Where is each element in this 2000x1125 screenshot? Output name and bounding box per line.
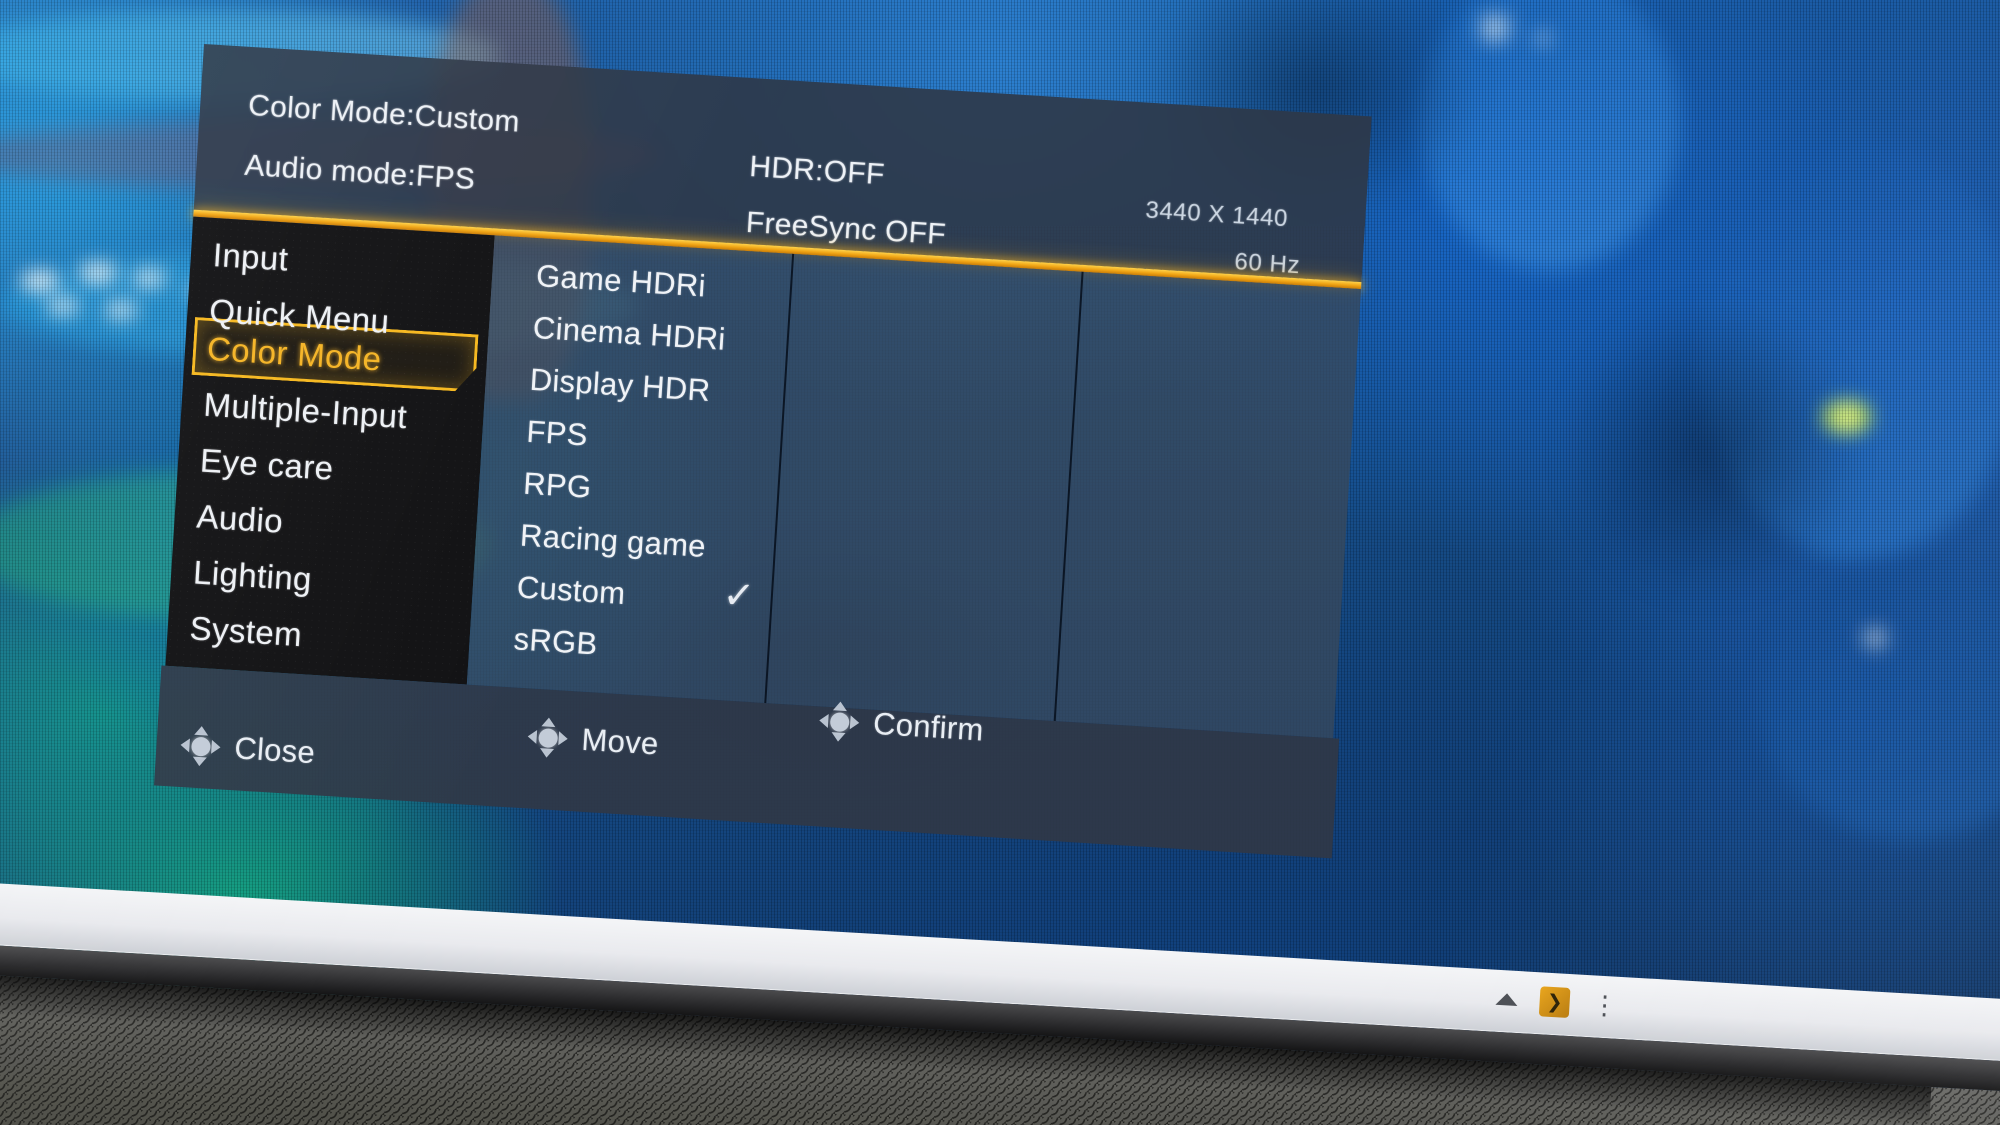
monitor-osd: Color Mode:Custom Audio mode:FPS HDR:OFF… (154, 44, 1372, 885)
joystick-dpad-icon (818, 700, 860, 743)
orange-app-icon[interactable]: ❯ (1538, 986, 1571, 1018)
sidebar-item-system[interactable]: System (189, 609, 303, 653)
option-custom-checkmark-icon: ✓ (721, 574, 756, 619)
option-fps[interactable]: FPS (526, 414, 589, 453)
tray-overflow-icon[interactable]: ⋮ (1591, 989, 1620, 1021)
option-display-hdr[interactable]: Display HDR (529, 362, 712, 408)
status-hdr: HDR:OFF (748, 150, 886, 192)
sidebar-item-eye-care[interactable]: Eye care (199, 442, 334, 487)
sidebar-item-audio[interactable]: Audio (196, 497, 285, 539)
status-resolution: 3440 X 1440 (1144, 196, 1289, 233)
option-racing-game[interactable]: Racing game (519, 518, 707, 564)
footer-confirm-label: Confirm (872, 705, 985, 748)
joystick-dpad-icon (179, 725, 221, 767)
footer-move-control[interactable]: Move (527, 716, 660, 764)
option-rpg[interactable]: RPG (522, 466, 592, 505)
osd-body: Input Quick Menu Color Mode Multiple-Inp… (165, 216, 1362, 739)
status-audio-mode: Audio mode:FPS (243, 148, 477, 197)
screenshot-root: Color Mode:Custom Audio mode:FPS HDR:OFF… (0, 0, 2000, 1125)
osd-sidebar: Input Quick Menu Color Mode Multiple-Inp… (165, 216, 495, 685)
status-color-mode: Color Mode:Custom (247, 88, 521, 139)
column-divider-2 (1053, 271, 1084, 722)
joystick-dpad-icon (527, 716, 569, 759)
sidebar-item-input[interactable]: Input (212, 236, 290, 278)
sidebar-item-multiple-input[interactable]: Multiple-Input (203, 386, 409, 436)
footer-close-label: Close (233, 730, 317, 771)
option-game-hdri[interactable]: Game HDRi (535, 258, 707, 303)
footer-move-label: Move (580, 721, 660, 762)
footer-close-control[interactable]: Close (179, 725, 316, 773)
column-divider-1 (764, 253, 795, 704)
sidebar-item-lighting[interactable]: Lighting (192, 553, 313, 597)
option-cinema-hdri[interactable]: Cinema HDRi (532, 310, 727, 357)
status-freesync: FreeSync OFF (744, 205, 947, 252)
option-srgb[interactable]: sRGB (513, 621, 599, 661)
option-custom[interactable]: Custom (516, 569, 627, 611)
chevron-up-icon[interactable] (1495, 992, 1519, 1007)
osd-options-panel: Game HDRi Cinema HDRi Display HDR FPS RP… (466, 235, 1362, 739)
